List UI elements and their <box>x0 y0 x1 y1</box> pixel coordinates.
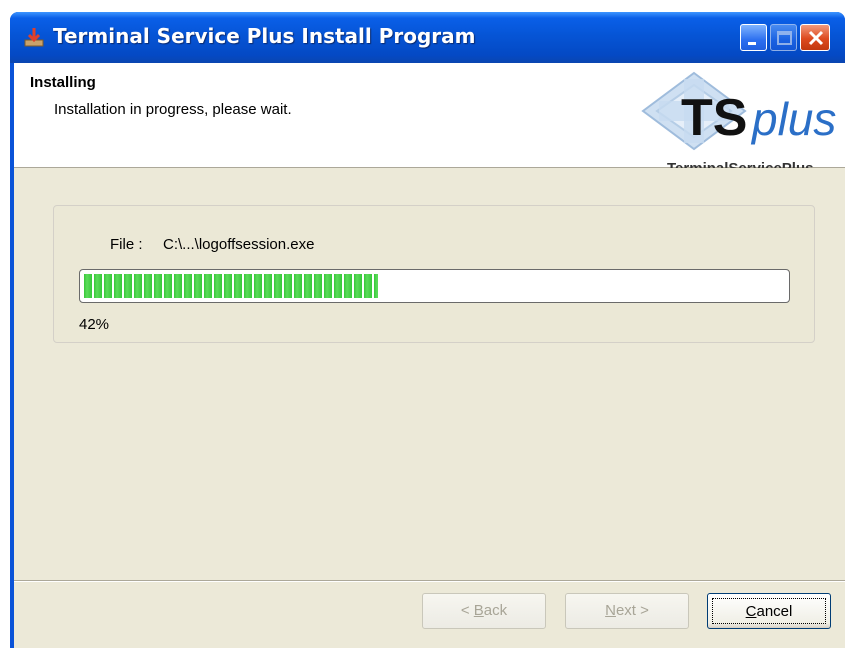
next-label-rest: ext > <box>615 602 649 619</box>
close-button[interactable] <box>800 24 830 51</box>
logo-brand-main: TS <box>681 89 747 147</box>
cancel-mnemonic: C <box>745 603 757 620</box>
progress-fill <box>84 274 378 298</box>
wizard-header: Installing Installation in progress, ple… <box>14 63 845 168</box>
progress-group: File : C:\...\logoffsession.exe 42% <box>53 205 815 343</box>
installer-icon <box>24 28 44 47</box>
window-title: Terminal Service Plus Install Program <box>53 24 476 48</box>
minimize-icon <box>748 42 756 45</box>
close-icon <box>808 30 824 46</box>
back-mnemonic: B <box>473 602 484 619</box>
maximize-icon <box>777 31 792 45</box>
next-mnemonic: N <box>605 602 616 619</box>
cancel-focus-rect: Cancel <box>712 598 826 624</box>
current-file-name: C:\...\logoffsession.exe <box>163 236 315 253</box>
title-bar[interactable]: Terminal Service Plus Install Program <box>10 12 845 63</box>
file-label: File : <box>110 236 143 253</box>
install-progress-bar <box>79 269 790 303</box>
maximize-button <box>770 24 797 51</box>
progress-percent: 42% <box>79 316 110 333</box>
next-button: Next > <box>565 593 689 629</box>
back-button: < Back <box>422 593 546 629</box>
installer-window: Terminal Service Plus Install Program In… <box>10 12 845 648</box>
button-separator <box>14 580 845 582</box>
step-subtitle: Installation in progress, please wait. <box>54 101 292 118</box>
minimize-button[interactable] <box>740 24 767 51</box>
back-label-rest: ack <box>483 602 508 619</box>
wizard-client-area: Installing Installation in progress, ple… <box>14 63 845 648</box>
step-title: Installing <box>30 74 96 91</box>
cancel-button[interactable]: Cancel <box>707 593 831 629</box>
logo-tagline: TerminalServicePlus <box>667 160 813 168</box>
cancel-label-rest: ancel <box>756 603 793 620</box>
logo-brand-accent: plus <box>750 93 836 145</box>
tsplus-logo: TS plus TerminalServicePlus <box>641 71 836 168</box>
back-prefix: < <box>460 602 474 619</box>
